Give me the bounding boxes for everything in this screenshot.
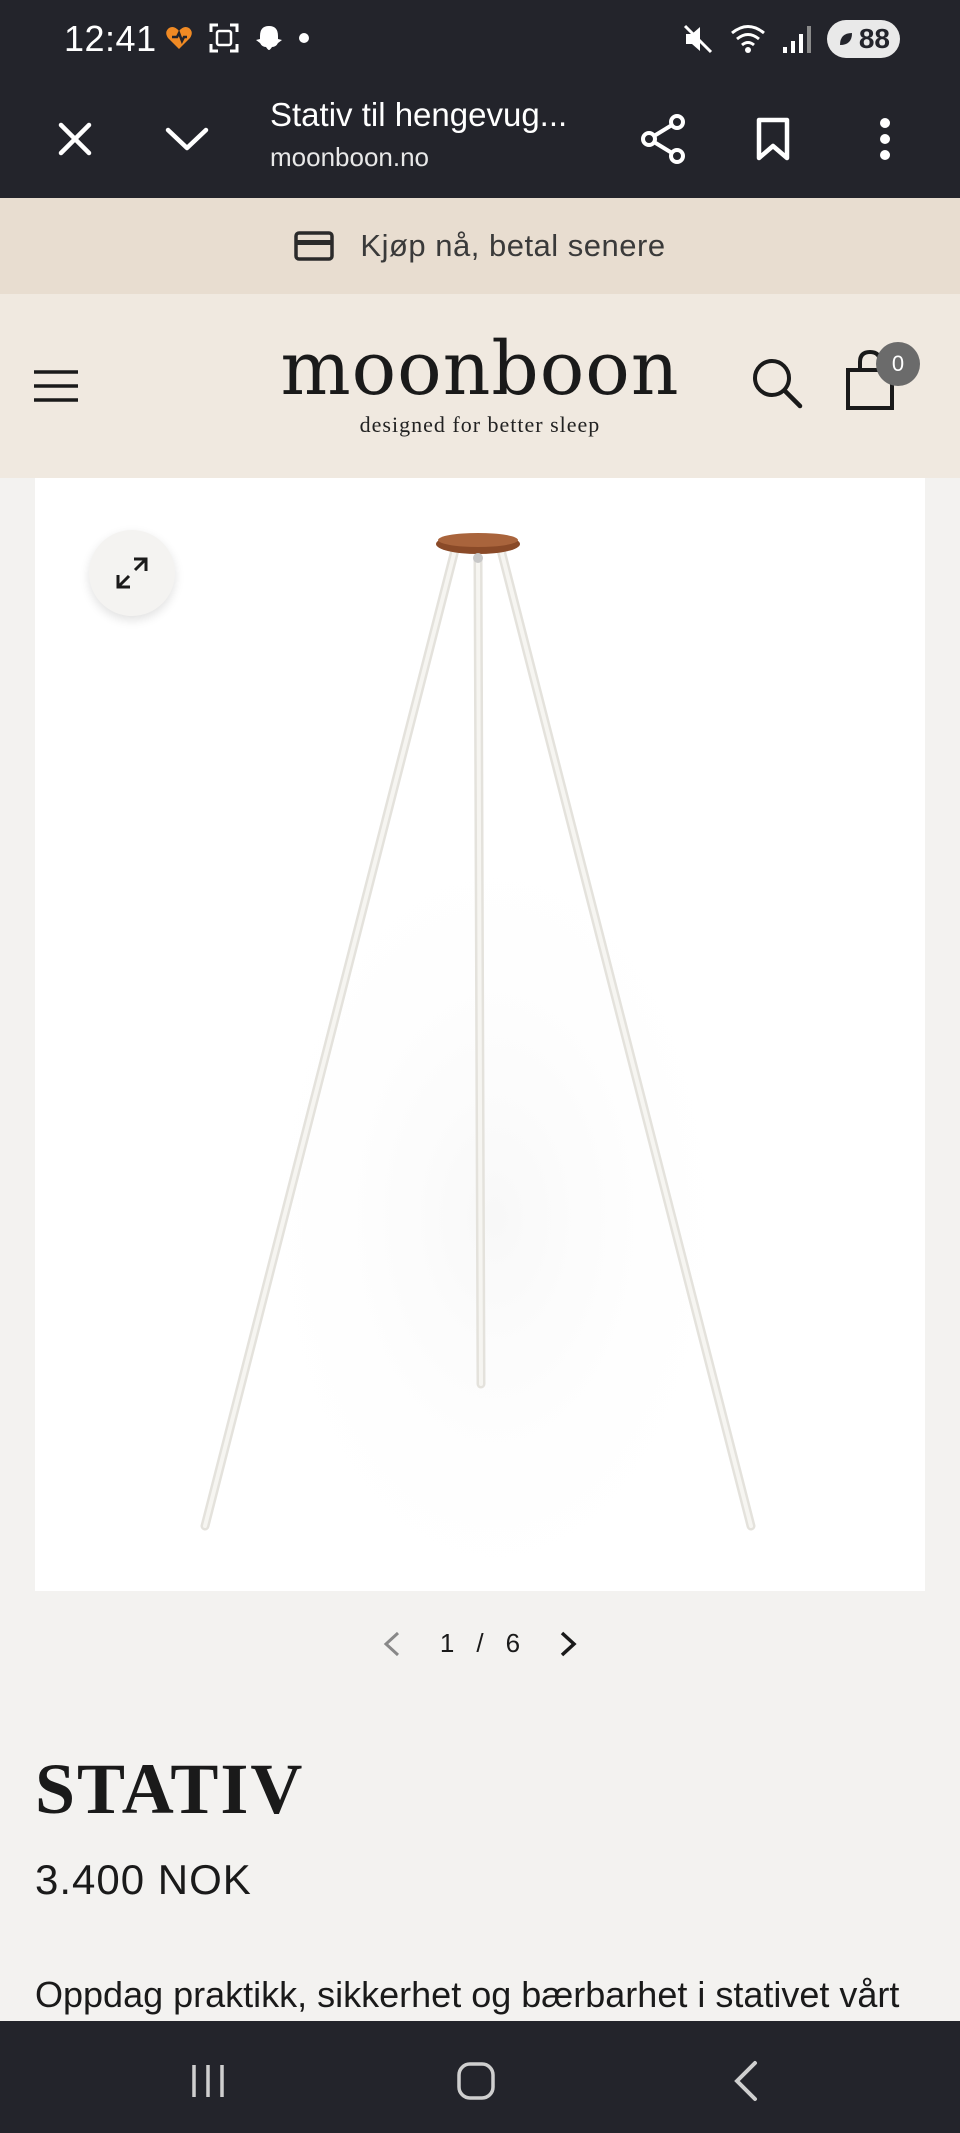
- product-title: STATIV: [35, 1749, 305, 1829]
- share-icon: [641, 114, 685, 164]
- screenshot-icon: [209, 23, 239, 53]
- product-price: 3.400 NOK: [35, 1856, 252, 1903]
- close-icon: [58, 122, 92, 156]
- site-header: moonboon designed for better sleep 0: [0, 294, 960, 478]
- product-image-tripod[interactable]: [35, 478, 925, 1591]
- expand-icon: [116, 557, 148, 589]
- promo-banner[interactable]: Kjøp nå, betal senere: [0, 198, 960, 294]
- credit-card-icon: [294, 231, 335, 261]
- battery-level: 88: [858, 23, 890, 54]
- snapchat-icon: [256, 26, 282, 50]
- recent-apps-button[interactable]: [178, 2051, 238, 2111]
- signal-icon: [782, 26, 811, 53]
- bookmark-icon: [756, 117, 790, 161]
- mute-icon: [683, 24, 712, 54]
- home-button[interactable]: [446, 2051, 506, 2111]
- gallery-pager: 1 / 6: [0, 1628, 960, 1659]
- site-tagline: designed for better sleep: [359, 412, 601, 437]
- back-button[interactable]: [716, 2051, 776, 2111]
- battery-indicator: 88: [826, 20, 900, 58]
- site-logo[interactable]: moonboon: [0, 326, 960, 412]
- status-icons-right: 88: [681, 20, 900, 58]
- tab-url[interactable]: moonboon.no: [270, 142, 429, 173]
- browser-toolbar: Stativ til hengevug... moonboon.no: [0, 82, 960, 198]
- previous-image-button[interactable]: [380, 1629, 404, 1659]
- promo-text: Kjøp nå, betal senere: [360, 228, 666, 263]
- chevron-down-icon: [165, 127, 209, 151]
- product-description: Oppdag praktikk, sikkerhet og bærbarhet …: [35, 1974, 900, 2015]
- back-icon: [734, 2061, 757, 2101]
- pager-current: 1: [439, 1628, 455, 1658]
- share-button[interactable]: [628, 104, 698, 174]
- next-image-button[interactable]: [556, 1629, 580, 1659]
- bookmark-button[interactable]: [738, 104, 808, 174]
- cart-count-badge: 0: [876, 342, 920, 386]
- pager-position: 1 / 6: [440, 1628, 520, 1659]
- pager-separator: /: [476, 1628, 484, 1658]
- heart-icon: [166, 27, 192, 49]
- tab-title[interactable]: Stativ til hengevug...: [270, 96, 567, 134]
- more-options-button[interactable]: [850, 104, 920, 174]
- search-icon[interactable]: [748, 354, 804, 410]
- battery-saver-icon: [839, 33, 852, 45]
- recent-apps-icon: [192, 2065, 224, 2097]
- status-time: 12:41: [64, 18, 157, 59]
- more-icon: [880, 118, 890, 160]
- product-image-gallery[interactable]: [35, 478, 925, 1591]
- expand-image-button[interactable]: [89, 530, 175, 616]
- close-tab-button[interactable]: [40, 104, 110, 174]
- status-icons-left: [164, 22, 310, 54]
- minimize-tab-button[interactable]: [152, 104, 222, 174]
- pager-total: 6: [505, 1628, 521, 1658]
- wifi-icon: [730, 25, 765, 53]
- dot-icon: [299, 33, 309, 43]
- system-navigation-bar: [0, 2021, 960, 2133]
- home-icon: [457, 2062, 495, 2100]
- status-bar: 12:41 88: [0, 0, 960, 82]
